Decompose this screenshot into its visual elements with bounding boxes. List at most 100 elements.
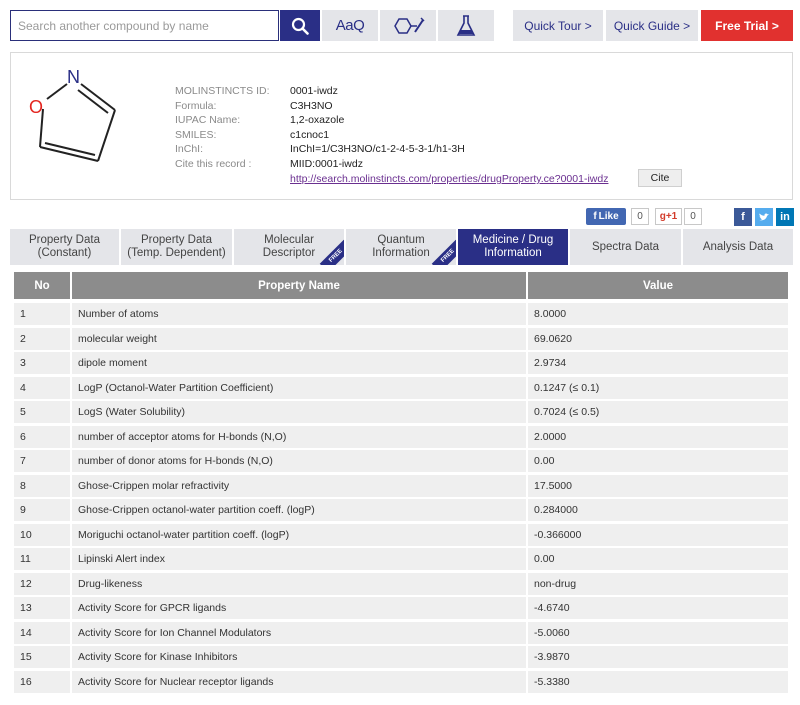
table-row: 12 Drug-likeness non-drug [14, 572, 788, 595]
cell-no: 13 [14, 597, 70, 619]
free-trial-button[interactable]: Free Trial > [701, 10, 793, 41]
info-label: Formula: [175, 99, 217, 112]
cell-no: 1 [14, 303, 70, 325]
table-row: 5 LogS (Water Solubility) 0.7024 (≤ 0.5) [14, 401, 788, 423]
cell-name: Ghose-Crippen octanol-water partition co… [72, 499, 526, 521]
cell-name: Activity Score for Ion Channel Modulator… [72, 621, 526, 644]
tab-label: Medicine / Drug Information [472, 234, 554, 259]
cell-name: Drug-likeness [72, 572, 526, 595]
cell-value: 0.00 [528, 548, 788, 570]
quick-tour-button[interactable]: Quick Tour > [513, 10, 603, 41]
facebook-like-button[interactable]: f Like [586, 208, 626, 225]
table-row: 3 dipole moment 2.9734 [14, 352, 788, 374]
cell-no: 4 [14, 376, 70, 399]
cell-name: number of donor atoms for H-bonds (N,O) [72, 450, 526, 472]
info-value: MIID:0001-iwdz [290, 157, 363, 170]
tab-molecular-descriptor[interactable]: Molecular Descriptor FREE [234, 229, 344, 265]
cell-name: Number of atoms [72, 303, 526, 325]
tab-medicine-drug[interactable]: Medicine / Drug Information [458, 229, 568, 265]
cite-button[interactable]: Cite [638, 169, 682, 187]
cell-no: 9 [14, 499, 70, 521]
cite-url-link[interactable]: http://search.molinstincts.com/propertie… [290, 173, 608, 185]
cell-value: non-drug [528, 572, 788, 595]
magnifier-icon [291, 17, 309, 35]
info-label: SMILES: [175, 128, 217, 141]
info-value: c1cnoc1 [290, 128, 330, 141]
cell-no: 12 [14, 572, 70, 595]
cell-value: 0.00 [528, 450, 788, 472]
cell-value: -0.366000 [528, 523, 788, 546]
atom-label-n: N [67, 67, 80, 87]
tab-analysis-data[interactable]: Analysis Data [683, 229, 793, 265]
cell-no: 7 [14, 450, 70, 472]
info-value: 1,2-oxazole [290, 114, 345, 126]
text-search-button[interactable]: AaQ [322, 10, 378, 41]
table-row: 6 number of acceptor atoms for H-bonds (N… [14, 425, 788, 448]
cell-no: 11 [14, 548, 70, 570]
cell-name: Activity Score for Nuclear receptor liga… [72, 670, 526, 693]
tab-property-constant[interactable]: Property Data (Constant) [10, 229, 119, 265]
cell-no: 3 [14, 352, 70, 374]
twitter-share-icon[interactable] [755, 208, 773, 226]
google-plus-button[interactable]: g+1 [655, 208, 682, 225]
cell-value: 0.1247 (≤ 0.1) [528, 376, 788, 399]
cell-name: molecular weight [72, 327, 526, 350]
cell-no: 10 [14, 523, 70, 546]
cell-name: number of acceptor atoms for H-bonds (N,… [72, 425, 526, 448]
tab-quantum-information[interactable]: Quantum Information FREE [346, 229, 456, 265]
info-value: C3H3NO [290, 99, 333, 112]
info-label: IUPAC Name: [175, 114, 241, 126]
cell-no: 15 [14, 646, 70, 668]
cell-no: 14 [14, 621, 70, 644]
search-input[interactable] [11, 11, 278, 40]
info-row-formula: Formula: C3H3NO [175, 99, 465, 114]
info-row-id: MOLINSTINCTS ID: 0001-iwdz [175, 84, 465, 99]
free-badge: FREE [319, 239, 344, 265]
property-tabs: Property Data (Constant) Property Data (… [10, 229, 793, 265]
info-value: 0001-iwdz [290, 85, 338, 97]
cell-no: 5 [14, 401, 70, 423]
quick-guide-button[interactable]: Quick Guide > [606, 10, 698, 41]
cell-value: 8.0000 [528, 303, 788, 325]
linkedin-share-icon[interactable]: in [776, 208, 794, 226]
table-row: 10 Moriguchi octanol-water partition coef… [14, 523, 788, 546]
tab-label: Quantum Information [372, 234, 430, 259]
table-row: 11 Lipinski Alert index 0.00 [14, 548, 788, 570]
info-label: Cite this record : [175, 157, 252, 170]
cell-no: 8 [14, 474, 70, 497]
drug-property-table: No Property Name Value 1 Number of atoms 8… [14, 272, 788, 693]
free-badge: FREE [431, 239, 456, 265]
info-value: InChI=1/C3H3NO/c1-2-4-5-3-1/h1-3H [290, 143, 465, 155]
search-box [10, 10, 279, 41]
tab-spectra-data[interactable]: Spectra Data [570, 229, 681, 265]
lab-button[interactable] [438, 10, 494, 41]
cell-no: 6 [14, 425, 70, 448]
tab-label: Property Data (Constant) [29, 234, 100, 259]
flask-icon [456, 14, 476, 36]
tab-label: Molecular Descriptor [262, 234, 316, 259]
cell-no: 16 [14, 670, 70, 693]
column-header-no: No [14, 272, 70, 299]
cell-name: Activity Score for Kinase Inhibitors [72, 646, 526, 668]
like-count: 0 [631, 208, 649, 225]
search-button[interactable] [280, 10, 320, 41]
molecule-structure: O N [29, 67, 116, 162]
column-header-name: Property Name [72, 272, 526, 299]
cell-name: dipole moment [72, 352, 526, 374]
info-label: MOLINSTINCTS ID: [175, 85, 270, 97]
facebook-share-icon[interactable]: f [734, 208, 752, 226]
tab-property-temp[interactable]: Property Data (Temp. Dependent) [121, 229, 232, 265]
table-row: 15 Activity Score for Kinase Inhibitors -3… [14, 646, 788, 668]
table-row: 16 Activity Score for Nuclear receptor li… [14, 670, 788, 693]
table-row: 1 Number of atoms 8.0000 [14, 303, 788, 325]
structure-draw-icon [394, 16, 425, 34]
cell-value: 2.9734 [528, 352, 788, 374]
table-body: 1 Number of atoms 8.0000 2 molecular weight 6… [14, 303, 788, 693]
cell-name: Activity Score for GPCR ligands [72, 597, 526, 619]
table-row: 9 Ghose-Crippen octanol-water partition c… [14, 499, 788, 521]
structure-search-button[interactable] [380, 10, 436, 41]
info-row-iupac: IUPAC Name: 1,2-oxazole [175, 113, 465, 128]
atom-label-o: O [29, 97, 43, 117]
table-row: 14 Activity Score for Ion Channel Modulat… [14, 621, 788, 644]
table-row: 2 molecular weight 69.0620 [14, 327, 788, 350]
